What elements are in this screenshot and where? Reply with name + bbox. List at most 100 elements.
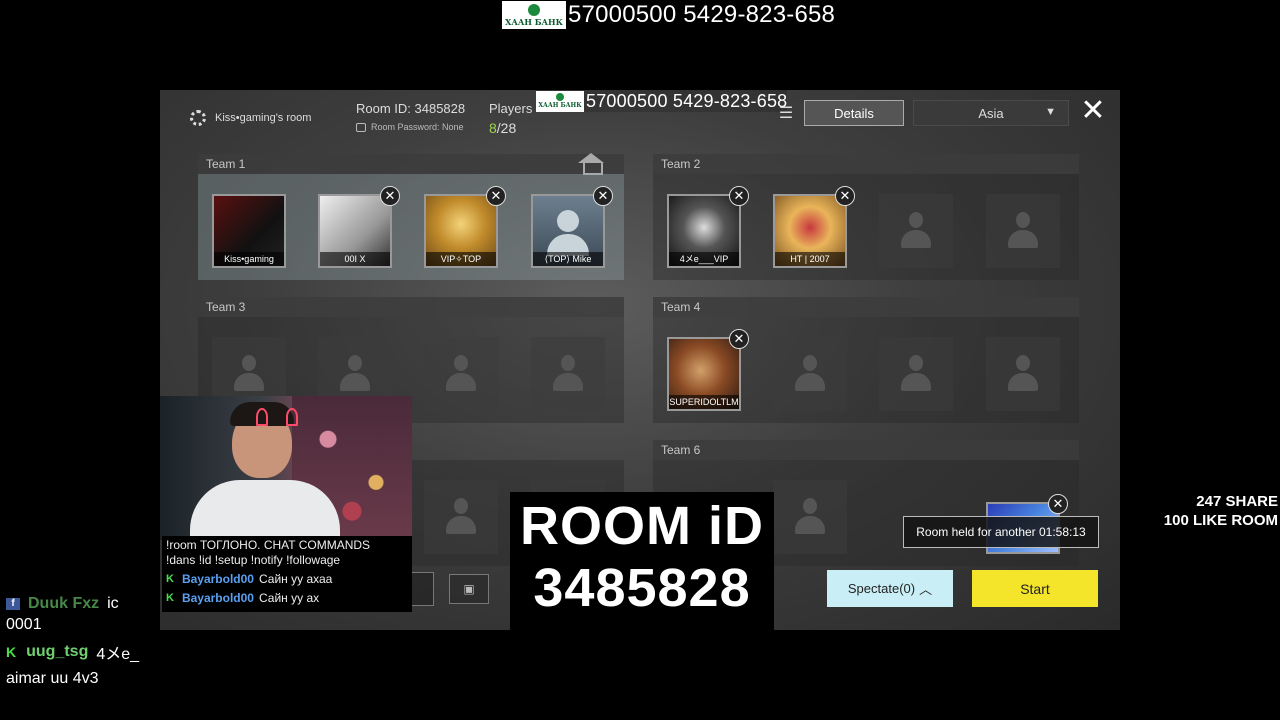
region-value: Asia xyxy=(978,105,1004,121)
chat-message: K Bayarbold00 Сайн уу ахаа xyxy=(166,572,408,587)
chat-bubble-icon[interactable]: ▣ xyxy=(449,574,489,604)
player-slot[interactable]: SUPERIDOLTLM ✕ xyxy=(667,329,749,411)
close-icon[interactable]: ✕ xyxy=(1078,96,1108,127)
player-slot[interactable]: ⟨TOP⟩ Mike ✕ xyxy=(531,186,613,268)
close-icon[interactable]: ✕ xyxy=(835,186,855,206)
close-icon[interactable]: ✕ xyxy=(729,186,749,206)
list-icon[interactable]: ☰ xyxy=(768,100,804,126)
clover-icon xyxy=(528,3,540,16)
streamer-shirt xyxy=(190,480,340,540)
close-icon[interactable]: ✕ xyxy=(593,186,613,206)
devil-horn-icon xyxy=(286,408,298,426)
chat-text: aimar uu 4v3 xyxy=(6,670,99,687)
room-header: Kiss•gaming's room Room ID: 3485828 Room… xyxy=(160,90,1120,138)
chat-username: uug_tsg xyxy=(26,643,89,660)
close-icon[interactable]: ✕ xyxy=(486,186,506,206)
region-select[interactable]: Asia ▼ xyxy=(913,100,1069,126)
empty-slot[interactable] xyxy=(424,480,498,554)
player-slot[interactable]: 4メe___VIP ✕ xyxy=(667,186,749,268)
empty-slot[interactable] xyxy=(986,337,1060,411)
players-max: /28 xyxy=(496,120,517,136)
player-name: ⟨TOP⟩ Mike xyxy=(533,252,603,266)
share-like-goal: 247 SHARE 100 LIKE ROOM xyxy=(1142,492,1280,530)
room-owner: Kiss•gaming's room xyxy=(190,110,311,126)
gear-icon[interactable] xyxy=(190,110,206,126)
room-id-number: 3485828 xyxy=(533,558,751,618)
close-icon[interactable]: ✕ xyxy=(380,186,400,206)
player-name: SUPERIDOLTLM xyxy=(669,395,739,409)
details-button[interactable]: Details xyxy=(804,100,904,126)
chat-text: 4メe_ xyxy=(96,646,140,663)
room-held-notice: Room held for another 01:58:13 xyxy=(903,516,1099,548)
players-label: Players xyxy=(489,101,533,116)
player-slot[interactable]: 00I X ✕ xyxy=(318,186,400,268)
empty-player-icon xyxy=(901,355,931,393)
room-password-label: Room Password: None xyxy=(371,122,464,132)
bottom-chat-feed: f Duuk Fxz ic 0001 K uug_tsg 4メe_ aimar … xyxy=(6,594,166,690)
player-name: 4メe___VIP xyxy=(669,252,739,266)
empty-slot[interactable] xyxy=(879,194,953,268)
chevron-down-icon: ▼ xyxy=(1045,106,1056,118)
team-2-header: Team 2 xyxy=(653,154,1079,174)
room-id-overlay: ROOM iD 3485828 xyxy=(510,492,774,630)
team-4-slots: SUPERIDOLTLM ✕ xyxy=(653,317,1079,423)
share-goal-text: 247 SHARE xyxy=(1196,493,1278,510)
inner-bank-logo: ХААН БАНК xyxy=(536,90,584,112)
spectate-button[interactable]: Spectate(0) ︿ xyxy=(827,570,953,607)
player-slot[interactable]: Kiss•gaming xyxy=(212,194,286,268)
empty-player-icon xyxy=(553,355,583,393)
chat-username: Bayarbold00 xyxy=(181,591,254,605)
kick-platform-icon: K xyxy=(166,592,174,604)
close-icon[interactable]: ✕ xyxy=(1048,494,1068,514)
home-icon xyxy=(576,153,606,175)
team-1-header: Team 1 xyxy=(198,154,624,174)
lock-icon xyxy=(356,122,366,132)
empty-slot[interactable] xyxy=(773,480,847,554)
empty-player-icon xyxy=(1008,355,1038,393)
empty-slot[interactable] xyxy=(879,337,953,411)
like-goal-text: 100 LIKE ROOM xyxy=(1163,512,1278,529)
chat-message: K Bayarbold00 Сайн уу ах xyxy=(166,591,408,606)
room-owner-label: Kiss•gaming's room xyxy=(215,112,312,124)
chat-text: Сайн уу ахаа xyxy=(258,572,333,586)
team-2-panel: Team 2 4メe___VIP ✕ HT | 2007 ✕ xyxy=(653,154,1079,280)
bank-account-text: 57000500 5429-823-658 xyxy=(568,1,836,28)
chat-message: f Duuk Fxz ic xyxy=(6,594,166,614)
team-3-header: Team 3 xyxy=(198,297,624,317)
top-bank-banner: ХААН БАНК 57000500 5429-823-658 xyxy=(502,0,835,30)
players-count: 8/28 xyxy=(489,120,516,136)
kick-platform-icon: K xyxy=(166,573,174,585)
team-4-header: Team 4 xyxy=(653,297,1079,317)
team-4-panel: Team 4 SUPERIDOLTLM ✕ xyxy=(653,297,1079,423)
bank-logo: ХААН БАНК xyxy=(502,1,566,29)
empty-player-icon xyxy=(795,498,825,536)
player-name: 00I X xyxy=(320,252,390,266)
chat-commands-line2: !dans !id !setup !notify !followage xyxy=(166,553,341,567)
empty-slot[interactable] xyxy=(424,337,498,411)
empty-player-icon xyxy=(446,355,476,393)
player-slot[interactable]: HT | 2007 ✕ xyxy=(773,186,855,268)
spectate-label: Spectate(0) xyxy=(847,581,916,596)
inner-bank-banner: ХААН БАНК 57000500 5429-823-658 xyxy=(536,90,788,112)
inner-bank-logo-text: ХААН БАНК xyxy=(538,102,582,109)
empty-slot[interactable] xyxy=(773,337,847,411)
start-button[interactable]: Start xyxy=(972,570,1098,607)
close-icon[interactable]: ✕ xyxy=(729,329,749,349)
player-name: Kiss•gaming xyxy=(214,252,284,266)
room-password: Room Password: None xyxy=(356,122,464,132)
team-2-slots: 4メe___VIP ✕ HT | 2007 ✕ xyxy=(653,174,1079,280)
team-6-header: Team 6 xyxy=(653,440,1079,460)
player-name: HT | 2007 xyxy=(775,252,845,266)
player-slot[interactable]: VIP✧TOP ✕ xyxy=(424,186,506,268)
chevron-up-icon: ︿ xyxy=(919,582,933,597)
streamer-webcam xyxy=(160,396,412,540)
chat-message: K uug_tsg 4メe_ xyxy=(6,642,166,663)
kick-platform-icon: K xyxy=(6,644,17,660)
empty-slot[interactable] xyxy=(531,337,605,411)
chat-commands-line1: !room ТОГЛОНО. CHAT COMMANDS xyxy=(166,538,371,552)
empty-slot[interactable] xyxy=(986,194,1060,268)
room-id-title: ROOM iD xyxy=(520,496,764,556)
chat-text: ic xyxy=(107,595,119,612)
clover-icon xyxy=(556,93,564,101)
chat-username: Bayarbold00 xyxy=(181,572,254,586)
